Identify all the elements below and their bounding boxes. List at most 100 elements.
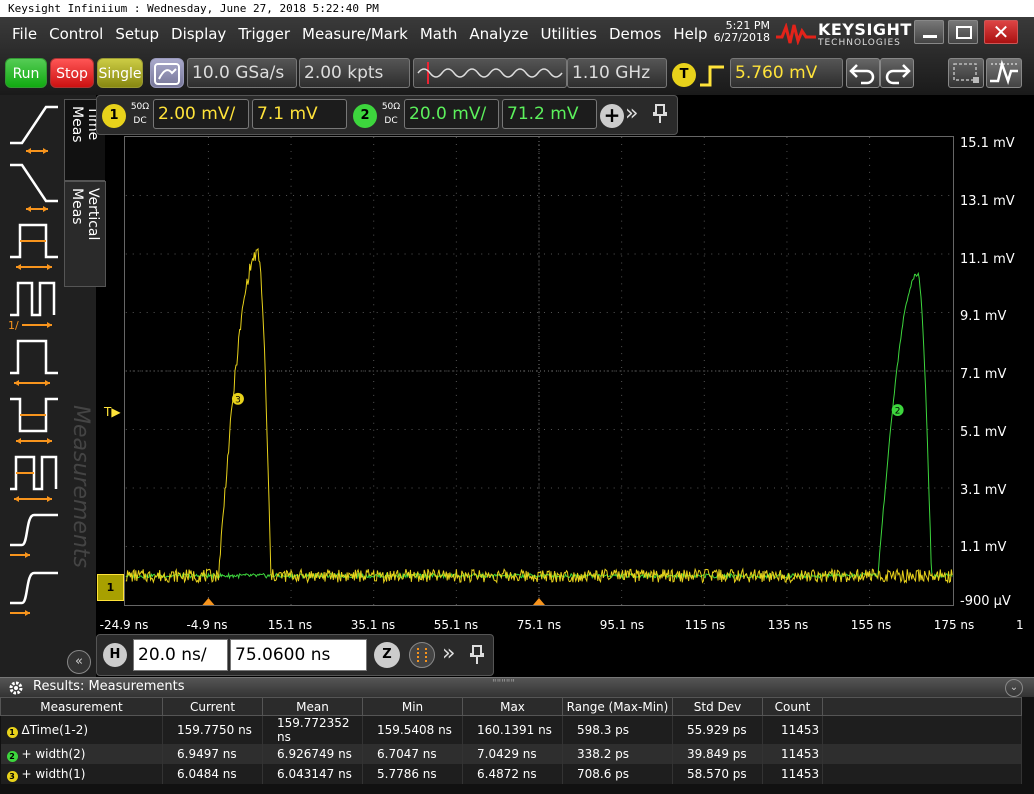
cell-mean: 6.043147 ns <box>262 764 363 784</box>
channel-2-input-settings[interactable]: 50Ω DC <box>380 100 402 128</box>
frequency-icon[interactable] <box>6 331 64 389</box>
marker-mode-button[interactable] <box>948 58 984 88</box>
pin-icon[interactable] <box>652 103 668 125</box>
col-max[interactable]: Max <box>462 697 563 716</box>
cell-range: 598.3 ps <box>562 715 673 744</box>
rising-edge-icon[interactable] <box>698 63 726 89</box>
redo-icon <box>885 64 911 85</box>
results-collapse-button[interactable]: ⌄ <box>1005 679 1023 697</box>
window-title: Keysight Infiniium : Wednesday, June 27,… <box>0 0 1034 17</box>
col-measurement[interactable]: Measurement <box>0 697 163 716</box>
channel-1-ground-marker[interactable]: 1 <box>97 574 124 601</box>
cell-measurement: 1 ΔTime(1-2) <box>0 715 163 744</box>
app-header: File Control Setup Display Trigger Measu… <box>0 17 1034 95</box>
gear-icon[interactable] <box>8 680 24 696</box>
collapse-sidebar-button[interactable]: « <box>67 650 91 674</box>
zoom-button[interactable]: Z <box>374 642 400 668</box>
channel-2-scale-field[interactable]: 20.0 mV/ <box>404 99 499 129</box>
col-range[interactable]: Range (Max-Min) <box>562 697 673 716</box>
measurement-tabs: Time Meas Vertical Meas <box>64 99 106 287</box>
channel-2-badge[interactable]: 2 <box>353 104 377 128</box>
menu-measure-mark[interactable]: Measure/Mark <box>296 21 414 47</box>
table-row[interactable]: 2 + width(2) 6.9497 ns 6.926749 ns 6.7047 ns… <box>0 744 1022 764</box>
logo-name: KEYSIGHT <box>818 20 912 39</box>
delta-time-edge-icon[interactable] <box>6 563 64 621</box>
close-button[interactable]: ✕ <box>984 20 1018 44</box>
col-count[interactable]: Count <box>762 697 823 716</box>
menu-utilities[interactable]: Utilities <box>534 21 602 47</box>
redo-button[interactable] <box>880 58 914 88</box>
timebase-scale-field[interactable]: 20.0 ns/ <box>133 639 228 671</box>
cell-current: 6.0484 ns <box>162 764 263 784</box>
channel-2-impedance: 50Ω <box>381 102 401 112</box>
run-button[interactable]: Run <box>5 58 47 88</box>
close-icon: ✕ <box>992 20 1010 44</box>
rise-time-icon[interactable] <box>6 99 64 157</box>
menu-bar: File Control Setup Display Trigger Measu… <box>0 21 714 47</box>
measure-mode-button[interactable] <box>986 58 1022 88</box>
cell-measurement: 3 + width(1) <box>0 764 163 784</box>
minimize-button[interactable] <box>914 20 944 44</box>
col-current[interactable]: Current <box>162 697 263 716</box>
duty-cycle-icon[interactable] <box>6 447 64 505</box>
channel-1-input-settings[interactable]: 50Ω DC <box>129 100 151 128</box>
channel-1-badge[interactable]: 1 <box>102 104 126 128</box>
menu-demos[interactable]: Demos <box>603 21 667 47</box>
fall-time-icon[interactable] <box>6 157 64 215</box>
menu-math[interactable]: Math <box>414 21 464 47</box>
menu-analyze[interactable]: Analyze <box>463 21 534 47</box>
x-axis-edge-label: 1 <box>1016 618 1024 632</box>
menu-file[interactable]: File <box>0 21 43 47</box>
x-tick-label: 115 ns <box>684 618 726 632</box>
channel-2-offset-field[interactable]: 71.2 mV <box>502 99 597 129</box>
menu-setup[interactable]: Setup <box>109 21 165 47</box>
y-tick-label: -900 µV <box>960 594 1011 609</box>
results-table: Measurement Current Mean Min Max Range (… <box>0 697 1022 784</box>
trigger-level-marker[interactable]: T▶ <box>104 405 121 419</box>
col-min[interactable]: Min <box>362 697 463 716</box>
memory-depth-field[interactable]: 2.00 kpts <box>299 58 410 88</box>
cell-filler <box>822 764 1022 784</box>
x-tick-label: 35.1 ns <box>350 618 396 632</box>
more-channels-button[interactable]: » <box>625 101 638 126</box>
channel-1-offset-field[interactable]: 7.1 mV <box>252 99 347 129</box>
col-mean[interactable]: Mean <box>262 697 363 716</box>
waveform-display[interactable]: 32 <box>124 136 954 606</box>
waveform-preview[interactable] <box>413 58 567 88</box>
keysight-wave-icon <box>776 23 816 45</box>
pin-icon[interactable] <box>469 644 485 666</box>
tab-vertical-meas[interactable]: Vertical Meas <box>64 181 106 287</box>
horizontal-badge[interactable]: H <box>103 643 127 667</box>
maximize-button[interactable] <box>948 20 978 44</box>
cell-count: 11453 <box>762 715 823 744</box>
menu-control[interactable]: Control <box>43 21 109 47</box>
auto-scale-button[interactable] <box>150 58 184 88</box>
sample-rate-field[interactable]: 10.0 GSa/s <box>187 58 297 88</box>
cell-measurement: 2 + width(2) <box>0 744 163 764</box>
timebase-position-field[interactable]: 75.0600 ns <box>230 639 367 671</box>
table-row[interactable]: 1 ΔTime(1-2) 159.7750 ns 159.772352 ns 159.5… <box>0 715 1022 744</box>
col-std-dev[interactable]: Std Dev <box>672 697 763 716</box>
measure-wave-icon <box>990 59 1018 86</box>
bandwidth-field[interactable]: 1.10 GHz <box>567 58 667 88</box>
trigger-level-field[interactable]: 5.760 mV <box>730 58 843 88</box>
undo-button[interactable] <box>846 58 880 88</box>
table-row[interactable]: 3 + width(1) 6.0484 ns 6.043147 ns 5.7786 ns… <box>0 764 1022 784</box>
delta-time-rise-icon[interactable] <box>6 505 64 563</box>
acquisition-mode-button[interactable] <box>409 642 435 668</box>
stop-button[interactable]: Stop <box>50 58 94 88</box>
menu-display[interactable]: Display <box>165 21 232 47</box>
negative-width-icon[interactable] <box>6 389 64 447</box>
channel-1-impedance: 50Ω <box>130 102 150 112</box>
single-button[interactable]: Single <box>97 58 143 88</box>
period-icon[interactable]: 1/ <box>6 273 64 332</box>
results-resize-grip[interactable]: """"" <box>492 678 515 689</box>
menu-trigger[interactable]: Trigger <box>232 21 296 47</box>
more-timebase-button[interactable]: » <box>442 641 455 666</box>
positive-width-icon[interactable] <box>6 215 64 273</box>
main-toolbar: Run Stop Single 10.0 GSa/s 2.00 kpts 1.1… <box>0 55 1034 93</box>
channel-1-scale-field[interactable]: 2.00 mV/ <box>153 99 249 129</box>
cell-min: 159.5408 ns <box>362 715 463 744</box>
add-channel-button[interactable]: + <box>600 104 624 128</box>
trigger-badge[interactable]: T <box>672 63 696 87</box>
